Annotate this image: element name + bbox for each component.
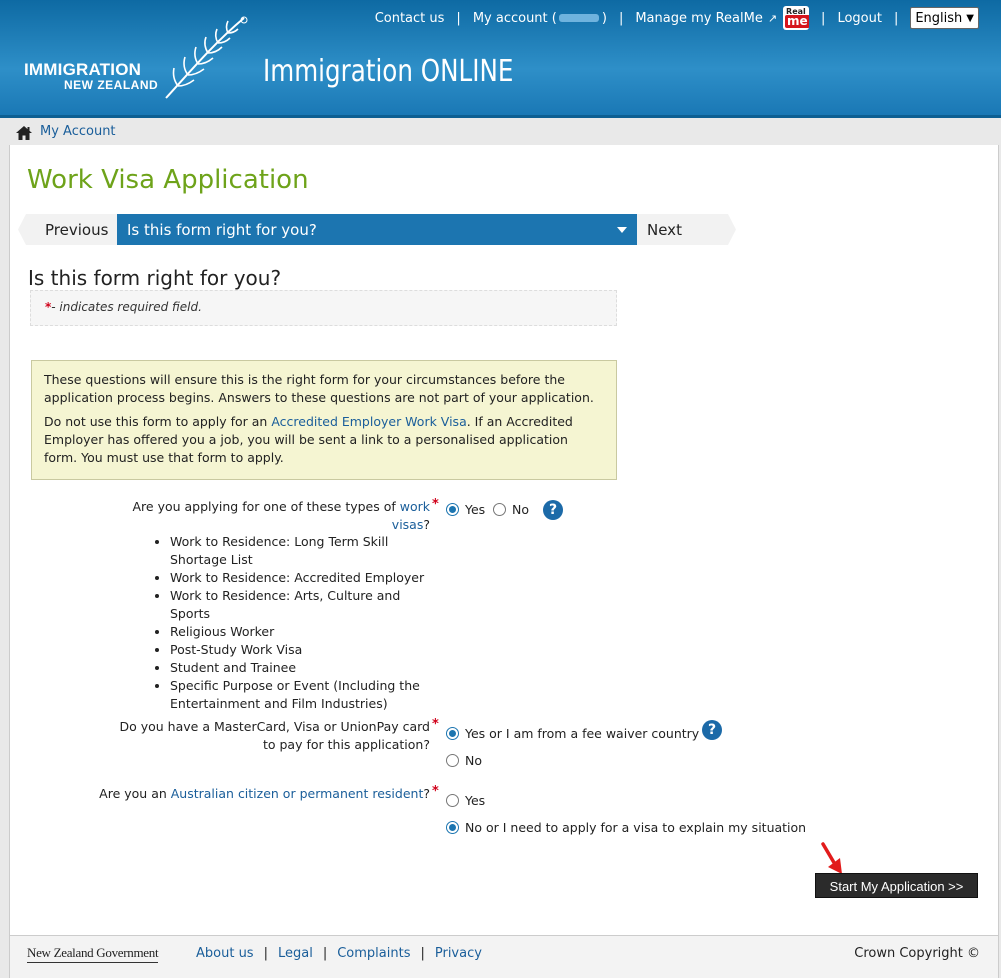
- section-title: Is this form right for you?: [28, 266, 282, 290]
- breadcrumb-my-account[interactable]: My Account: [40, 124, 116, 139]
- footer-privacy-link[interactable]: Privacy: [435, 946, 482, 961]
- step-select[interactable]: Is this form right for you?: [117, 214, 637, 245]
- footer-legal-link[interactable]: Legal: [278, 946, 313, 961]
- red-arrow-icon: [821, 842, 842, 874]
- help-icon[interactable]: ?: [702, 720, 722, 740]
- work-visas-link-2[interactable]: visas: [392, 517, 424, 532]
- realme-logo-icon: Real me: [783, 6, 810, 30]
- q2-required-star: *: [432, 717, 439, 732]
- q1-no-radio[interactable]: [493, 503, 506, 516]
- immigration-nz-logo[interactable]: IMMIGRATION NEW ZEALAND: [24, 14, 264, 104]
- fern-icon: [165, 16, 248, 99]
- breadcrumb: My Account: [0, 121, 1001, 145]
- language-value: English: [915, 10, 963, 26]
- account-name-redacted: [558, 14, 599, 22]
- help-icon[interactable]: ?: [543, 500, 563, 520]
- australian-citizen-link[interactable]: Australian citizen or permanent resident: [171, 786, 424, 801]
- main-content: Work Visa Application Previous Is this f…: [9, 145, 999, 935]
- required-field-note: *- indicates required field.: [30, 290, 617, 326]
- q3-yes-option[interactable]: Yes: [446, 793, 485, 808]
- q1-yes-radio[interactable]: [446, 503, 459, 516]
- list-item: Work to Residence: Accredited Employer: [170, 569, 430, 587]
- q1-no-option[interactable]: No: [493, 502, 529, 517]
- info-box: These questions will ensure this is the …: [31, 360, 617, 480]
- q1-yes-option[interactable]: Yes: [446, 502, 485, 517]
- info-paragraph-2: Do not use this form to apply for an Acc…: [44, 414, 573, 465]
- list-item: Specific Purpose or Event (Including the…: [170, 677, 430, 713]
- list-item: Religious Worker: [170, 623, 430, 641]
- q2-yes-radio[interactable]: [446, 727, 459, 740]
- previous-button[interactable]: Previous: [18, 214, 118, 245]
- chevron-down-icon: ▼: [966, 12, 974, 24]
- nz-government-logo[interactable]: New Zealand Government: [27, 945, 159, 963]
- logout-link[interactable]: Logout: [837, 11, 882, 26]
- manage-realme-label: Manage my RealMe: [635, 10, 763, 26]
- q3-no-option[interactable]: No or I need to apply for a visa to expl…: [446, 820, 806, 835]
- language-select[interactable]: English ▼: [910, 7, 979, 29]
- top-navigation: Contact us | My account ( ) | Manage my …: [375, 6, 979, 30]
- logo-line2: NEW ZEALAND: [64, 78, 159, 92]
- q3-required-star: *: [432, 784, 439, 799]
- info-paragraph-1: These questions will ensure this is the …: [44, 372, 594, 405]
- q3-yes-radio[interactable]: [446, 794, 459, 807]
- q2-yes-option[interactable]: Yes or I am from a fee waiver country: [446, 726, 699, 741]
- contact-us-link[interactable]: Contact us: [375, 11, 445, 26]
- list-item: Student and Trainee: [170, 659, 430, 677]
- site-title: Immigration ONLINE: [263, 54, 514, 89]
- start-application-button[interactable]: Start My Application >>: [815, 873, 978, 898]
- site-footer: New Zealand Government About us | Legal …: [9, 935, 999, 978]
- external-link-icon: ↗: [767, 11, 778, 25]
- caret-down-icon: [617, 227, 627, 233]
- q1-label: Are you applying for one of these types …: [132, 499, 430, 532]
- q3-no-radio[interactable]: [446, 821, 459, 834]
- step-select-value: Is this form right for you?: [127, 220, 317, 239]
- logo-line1: IMMIGRATION: [24, 60, 142, 79]
- list-item: Work to Residence: Arts, Culture and Spo…: [170, 587, 430, 623]
- q3-label: Are you an Australian citizen or permane…: [99, 786, 430, 801]
- list-item: Work to Residence: Long Term Skill Short…: [170, 533, 430, 569]
- copyright: Crown Copyright ©: [854, 946, 980, 961]
- q2-no-radio[interactable]: [446, 754, 459, 767]
- step-navigation: Previous Is this form right for you? Nex…: [18, 214, 738, 245]
- q2-no-option[interactable]: No: [446, 753, 482, 768]
- footer-complaints-link[interactable]: Complaints: [337, 946, 410, 961]
- accredited-employer-link[interactable]: Accredited Employer Work Visa: [271, 414, 466, 429]
- my-account-link[interactable]: My account ( ): [473, 11, 607, 26]
- site-header: IMMIGRATION NEW ZEALAND Immigration ONLI…: [0, 0, 1001, 118]
- q1-required-star: *: [432, 497, 439, 512]
- work-visas-link[interactable]: work: [400, 499, 430, 514]
- next-button[interactable]: Next: [637, 214, 736, 245]
- manage-realme-link[interactable]: Manage my RealMe ↗ Real me: [635, 6, 810, 30]
- q2-label: Do you have a MasterCard, Visa or UnionP…: [119, 719, 430, 752]
- home-icon[interactable]: [15, 125, 33, 141]
- page-title: Work Visa Application: [27, 165, 309, 195]
- footer-about-link[interactable]: About us: [196, 946, 254, 961]
- visa-types-list: Work to Residence: Long Term Skill Short…: [155, 533, 430, 713]
- my-account-label: My account (: [472, 10, 557, 26]
- list-item: Post-Study Work Visa: [170, 641, 430, 659]
- footer-links: About us | Legal | Complaints | Privacy: [196, 946, 482, 961]
